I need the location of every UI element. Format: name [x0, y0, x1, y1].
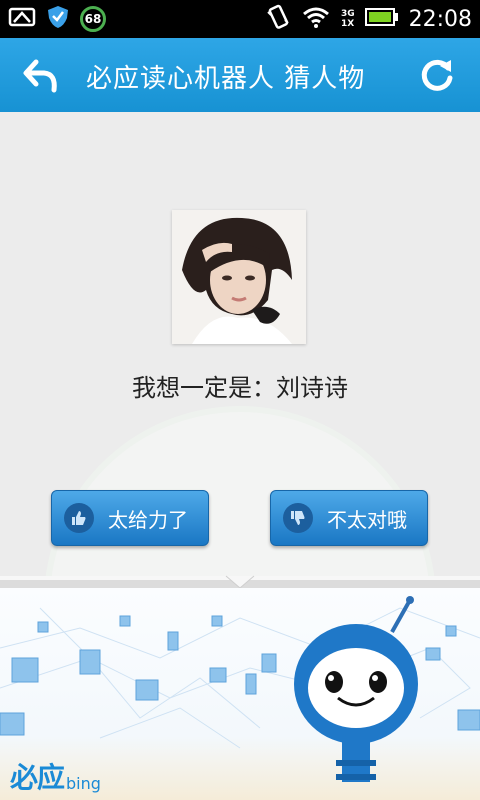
title-bar: 必应读心机器人 猜人物: [0, 38, 480, 112]
clock: 22:08: [408, 6, 472, 32]
wrong-button[interactable]: 不太对哦: [270, 490, 428, 546]
thumbs-down-icon: [283, 503, 313, 533]
signal-icon: 3G 1X: [340, 9, 355, 29]
main-panel: 我想一定是：刘诗诗 太给力了 不太对哦: [0, 112, 480, 582]
shield-icon: [46, 4, 70, 34]
wifi-icon: [301, 5, 331, 33]
back-arrow-icon: [23, 59, 57, 93]
badge-68-icon: 68: [80, 6, 106, 32]
bing-logo: 必应 bing: [10, 756, 101, 796]
battery-icon: [364, 7, 399, 31]
robot-mascot: [294, 596, 418, 782]
back-button[interactable]: [22, 56, 62, 96]
wrong-button-label: 不太对哦: [327, 507, 407, 532]
person-photo: [172, 210, 306, 344]
refresh-icon: [421, 59, 453, 91]
refresh-button[interactable]: [418, 56, 456, 94]
guess-result: 我想一定是：刘诗诗: [0, 368, 480, 403]
guess-name: 刘诗诗: [276, 374, 348, 402]
thumbs-up-icon: [64, 503, 94, 533]
page-title: 必应读心机器人 猜人物: [86, 64, 366, 94]
vibrate-icon: [265, 4, 291, 34]
guess-prefix: 我想一定是：: [132, 374, 276, 402]
correct-button-label: 太给力了: [108, 507, 188, 532]
logo-cn: 必应: [10, 761, 65, 794]
footer-scene: 必应 bing: [0, 588, 480, 800]
status-bar: 68 3G 1X 22:08: [0, 0, 480, 38]
logo-bing: bing: [66, 774, 101, 793]
correct-button[interactable]: 太给力了: [51, 490, 209, 546]
image-icon: [8, 5, 36, 33]
